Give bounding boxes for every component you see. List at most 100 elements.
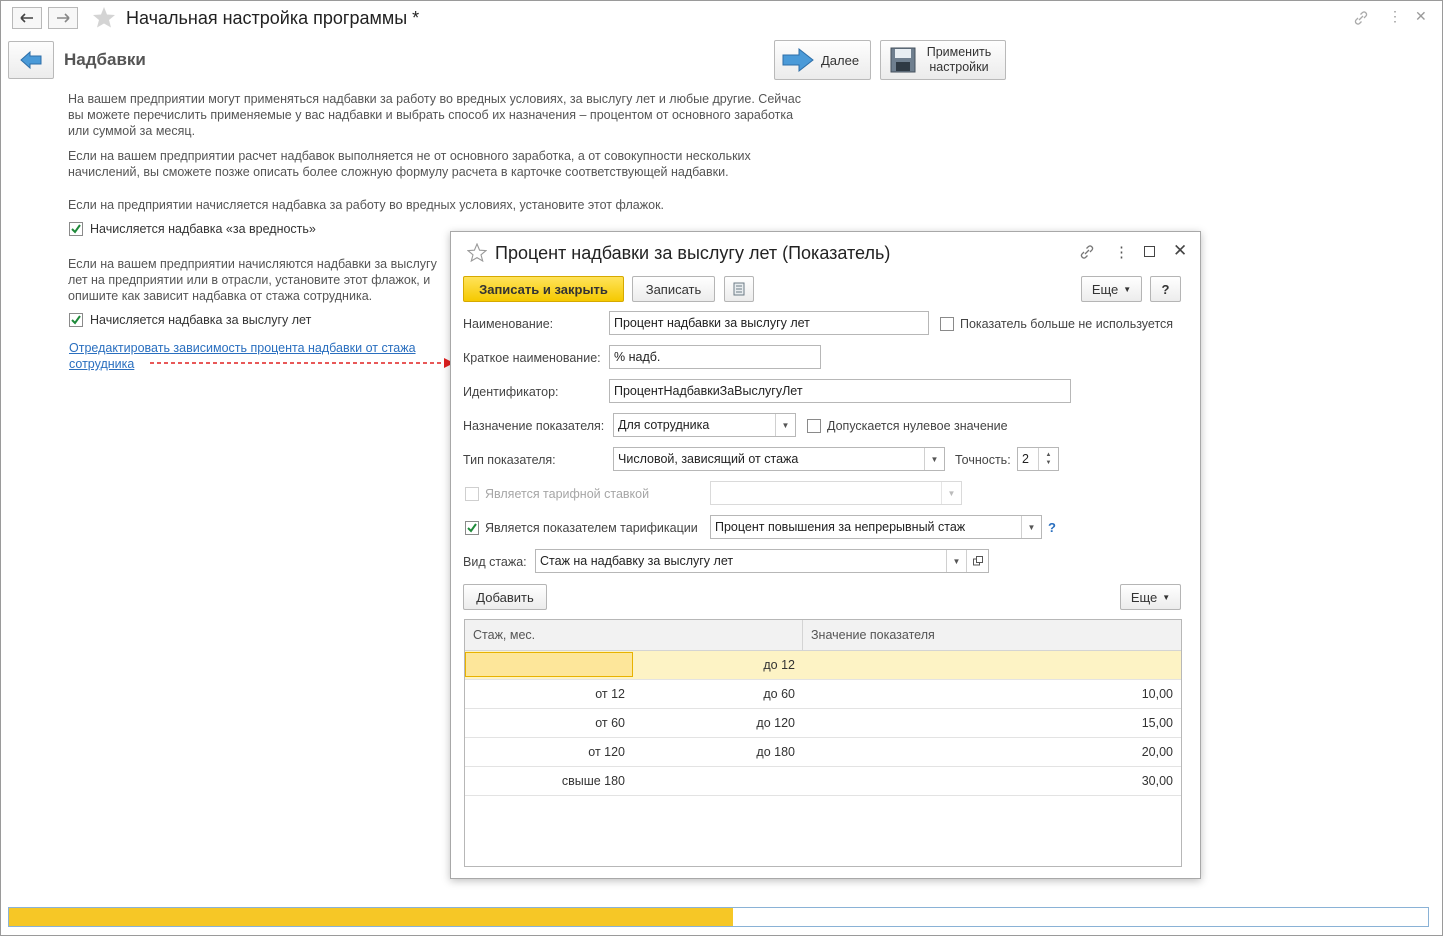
close-icon[interactable]: ✕ bbox=[1415, 8, 1427, 25]
cell-value[interactable]: 20,00 bbox=[803, 738, 1181, 766]
cell-from[interactable] bbox=[465, 652, 633, 677]
cell-to[interactable] bbox=[633, 767, 803, 795]
star-icon[interactable] bbox=[92, 6, 116, 28]
table-row[interactable]: от 60 до 120 15,00 bbox=[465, 709, 1181, 738]
unused-checkbox[interactable] bbox=[940, 317, 954, 331]
experience-type-value: Стаж на надбавку за выслугу лет bbox=[540, 554, 734, 568]
dropdown-arrow-icon[interactable]: ▼ bbox=[941, 482, 961, 504]
cell-to[interactable]: до 12 bbox=[633, 651, 803, 679]
harm-paragraph: Если на предприятии начисляется надбавка… bbox=[68, 198, 665, 212]
cell-from[interactable]: от 12 bbox=[465, 680, 633, 708]
spin-arrows-icon[interactable]: ▲ ▼ bbox=[1038, 448, 1058, 470]
tariff-rate-checkbox[interactable] bbox=[465, 487, 479, 501]
open-window-icon[interactable] bbox=[966, 550, 988, 572]
tariff-indicator-checkbox[interactable] bbox=[465, 521, 479, 535]
more-menu-button[interactable]: Еще ▼ bbox=[1081, 276, 1142, 302]
maximize-icon[interactable] bbox=[1144, 246, 1155, 257]
harm-checkbox[interactable] bbox=[69, 222, 83, 236]
save-and-close-button[interactable]: Записать и закрыть bbox=[463, 276, 624, 302]
help-question-icon[interactable]: ? bbox=[1048, 520, 1056, 535]
save-button[interactable]: Записать bbox=[632, 276, 715, 302]
experience-table[interactable]: Стаж, мес. Значение показателя до 12 от 1… bbox=[464, 619, 1182, 867]
dropdown-arrow-icon[interactable]: ▼ bbox=[924, 448, 944, 470]
column-header-experience[interactable]: Стаж, мес. bbox=[465, 620, 803, 651]
list-view-button[interactable] bbox=[724, 276, 754, 302]
checkmark-icon bbox=[71, 224, 81, 234]
cell-to[interactable]: до 60 bbox=[633, 680, 803, 708]
tariff-rate-label: Является тарифной ставкой bbox=[485, 487, 650, 501]
back-arrow-icon bbox=[20, 50, 42, 70]
pointer-arrow-annotation bbox=[150, 358, 454, 368]
tariff-indicator-label: Является показателем тарификации bbox=[485, 521, 698, 535]
dropdown-arrow-icon[interactable]: ▼ bbox=[1021, 516, 1041, 538]
back-nav-button[interactable] bbox=[12, 7, 42, 29]
next-button[interactable]: Далее bbox=[774, 40, 871, 80]
document-list-icon bbox=[733, 282, 745, 296]
name-input[interactable]: Процент надбавки за выслугу лет bbox=[609, 311, 929, 335]
close-icon[interactable]: ✕ bbox=[1173, 241, 1187, 261]
seniority-checkbox-label: Начисляется надбавка за выслугу лет bbox=[90, 313, 312, 327]
name-label: Наименование: bbox=[463, 317, 554, 331]
column-header-value[interactable]: Значение показателя bbox=[803, 620, 1181, 651]
type-value: Числовой, зависящий от стажа bbox=[618, 452, 799, 466]
cell-to[interactable]: до 120 bbox=[633, 709, 803, 737]
link-icon[interactable] bbox=[1079, 244, 1095, 260]
more-vert-icon[interactable]: ⋮ bbox=[1388, 8, 1402, 25]
table-row[interactable]: свыше 180 30,00 bbox=[465, 767, 1181, 796]
seniority-checkbox[interactable] bbox=[69, 313, 83, 327]
arrow-right-icon bbox=[57, 13, 70, 23]
cell-value[interactable]: 15,00 bbox=[803, 709, 1181, 737]
short-name-input[interactable]: % надб. bbox=[609, 345, 821, 369]
dropdown-arrow-icon[interactable]: ▼ bbox=[775, 414, 795, 436]
page-title: Надбавки bbox=[64, 50, 146, 69]
unused-label: Показатель больше не используется bbox=[960, 317, 1174, 331]
dropdown-arrow-icon[interactable]: ▼ bbox=[946, 550, 966, 572]
cell-from[interactable]: от 60 bbox=[465, 709, 633, 737]
purpose-select[interactable]: Для сотрудника ▼ bbox=[613, 413, 796, 437]
cell-value[interactable]: 30,00 bbox=[803, 767, 1181, 795]
tariff-indicator-value: Процент повышения за непрерывный стаж bbox=[715, 520, 966, 534]
more-menu-label: Еще bbox=[1091, 281, 1119, 297]
next-button-label: Далее bbox=[821, 52, 860, 68]
type-label: Тип показателя: bbox=[463, 453, 556, 467]
zero-allowed-label: Допускается нулевое значение bbox=[827, 419, 1008, 433]
star-outline-icon[interactable] bbox=[467, 243, 487, 262]
checkmark-icon bbox=[71, 315, 81, 325]
tariff-indicator-select[interactable]: Процент повышения за непрерывный стаж ▼ bbox=[710, 515, 1042, 539]
precision-stepper[interactable]: 2 ▲ ▼ bbox=[1017, 447, 1059, 471]
save-disk-icon bbox=[890, 47, 916, 73]
type-select[interactable]: Числовой, зависящий от стажа ▼ bbox=[613, 447, 945, 471]
cell-value[interactable] bbox=[803, 651, 1181, 679]
cell-to[interactable]: до 180 bbox=[633, 738, 803, 766]
window-title: Начальная настройка программы * bbox=[126, 8, 420, 28]
page-back-button[interactable] bbox=[8, 41, 54, 79]
help-button[interactable]: ? bbox=[1150, 276, 1181, 302]
apply-settings-button[interactable]: Применить настройки bbox=[880, 40, 1006, 80]
tariff-rate-select[interactable]: ▼ bbox=[710, 481, 962, 505]
link-icon[interactable] bbox=[1353, 10, 1369, 26]
experience-type-label: Вид стажа: bbox=[463, 555, 527, 569]
table-more-button[interactable]: Еще ▼ bbox=[1120, 584, 1181, 610]
chevron-down-icon: ▼ bbox=[1123, 284, 1132, 294]
add-row-button[interactable]: Добавить bbox=[463, 584, 547, 610]
cell-value[interactable]: 10,00 bbox=[803, 680, 1181, 708]
arrow-left-icon bbox=[20, 13, 33, 23]
progress-bar bbox=[8, 907, 1429, 927]
identifier-input[interactable]: ПроцентНадбавкиЗаВыслугуЛет bbox=[609, 379, 1071, 403]
checkmark-icon bbox=[467, 523, 477, 533]
table-row[interactable]: от 12 до 60 10,00 bbox=[465, 680, 1181, 709]
seniority-paragraph: Если на вашем предприятии начисляются на… bbox=[68, 257, 437, 303]
purpose-label: Назначение показателя: bbox=[463, 419, 605, 433]
forward-nav-button[interactable] bbox=[48, 7, 78, 29]
short-name-label: Краткое наименование: bbox=[463, 351, 601, 365]
cell-from[interactable]: свыше 180 bbox=[465, 767, 633, 795]
table-row[interactable]: от 120 до 180 20,00 bbox=[465, 738, 1181, 767]
zero-allowed-checkbox[interactable] bbox=[807, 419, 821, 433]
next-arrow-icon bbox=[782, 48, 814, 72]
table-row[interactable]: до 12 bbox=[465, 651, 1181, 680]
cell-from[interactable]: от 120 bbox=[465, 738, 633, 766]
identifier-label: Идентификатор: bbox=[463, 385, 559, 399]
experience-type-select[interactable]: Стаж на надбавку за выслугу лет ▼ bbox=[535, 549, 989, 573]
more-vert-icon[interactable]: ⋮ bbox=[1114, 243, 1129, 261]
indicator-dialog: Процент надбавки за выслугу лет (Показат… bbox=[450, 231, 1201, 879]
